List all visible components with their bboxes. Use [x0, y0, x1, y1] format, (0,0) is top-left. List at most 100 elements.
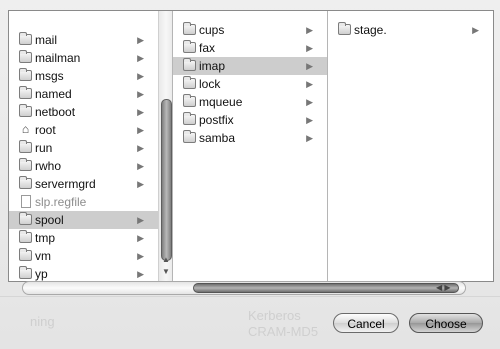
folder-icon — [19, 32, 32, 45]
list-item-label: servermgrd — [35, 177, 96, 191]
list-item[interactable]: ⌂ root ▶ — [9, 121, 158, 139]
chevron-right-icon: ▶ — [137, 179, 144, 189]
folder-icon — [183, 94, 196, 107]
list-item-label: vm — [35, 249, 51, 263]
background-ghost-text: Kerberos — [248, 308, 301, 323]
vertical-scrollbar[interactable]: ▲ ▼ — [158, 11, 172, 281]
chevron-right-icon: ▶ — [137, 53, 144, 63]
list-item[interactable]: stage. ▶ — [328, 21, 493, 39]
chevron-right-icon: ▶ — [137, 125, 144, 135]
chevron-right-icon: ▶ — [306, 25, 313, 35]
folder-icon — [183, 130, 196, 143]
background-ghost-text: CRAM-MD5 — [248, 324, 319, 339]
chevron-right-icon: ▶ — [137, 269, 144, 279]
document-icon — [21, 195, 31, 208]
chevron-right-icon: ▶ — [137, 233, 144, 243]
list-item-label: msgs — [35, 69, 64, 83]
column-list: cups ▶ fax ▶ imap ▶ lock ▶ mqueue ▶ postfix ▶ samba ▶ — [173, 21, 327, 147]
list-item[interactable]: yp ▶ — [9, 265, 158, 281]
list-item-label: stage. — [354, 23, 387, 37]
home-folder-icon: ⌂ — [21, 122, 30, 136]
folder-icon — [19, 266, 32, 279]
list-item[interactable]: rwho ▶ — [9, 157, 158, 175]
folder-icon — [19, 212, 32, 225]
chevron-right-icon: ▶ — [137, 143, 144, 153]
list-item[interactable]: spool ▶ — [9, 211, 158, 229]
folder-icon — [19, 68, 32, 81]
list-item[interactable]: mail ▶ — [9, 31, 158, 49]
background-ghost-text: ning — [30, 314, 55, 329]
list-item[interactable]: lock ▶ — [173, 75, 327, 93]
chevron-right-icon: ▶ — [137, 215, 144, 225]
browser-column-1[interactable]: mail ▶ mailman ▶ msgs ▶ named ▶ netboot ▶ ⌂ root ▶ ru… — [9, 11, 173, 281]
list-item-label: tmp — [35, 231, 56, 245]
list-item-label: samba — [199, 131, 236, 145]
folder-icon — [183, 40, 196, 53]
list-item-label: run — [35, 141, 53, 155]
chevron-right-icon: ▶ — [306, 133, 313, 143]
folder-icon — [19, 176, 32, 189]
list-item[interactable]: vm ▶ — [9, 247, 158, 265]
folder-icon — [183, 58, 196, 71]
list-item[interactable]: cups ▶ — [173, 21, 327, 39]
horizontal-scrollbar[interactable] — [22, 281, 466, 295]
list-item[interactable]: mqueue ▶ — [173, 93, 327, 111]
list-item-label: yp — [35, 267, 48, 281]
scroll-down-arrow-icon[interactable]: ▼ — [162, 267, 170, 276]
scroll-up-arrow-icon[interactable]: ▲ — [162, 255, 170, 264]
chevron-right-icon: ▶ — [137, 71, 144, 81]
chevron-right-icon: ▶ — [306, 97, 313, 107]
list-item-label: lock — [199, 77, 221, 91]
choose-button[interactable]: Choose — [409, 313, 483, 333]
folder-icon — [19, 86, 32, 99]
open-panel-sheet: ning Kerberos CRAM-MD5 mail ▶ mailman ▶ msgs… — [0, 0, 500, 349]
list-item[interactable]: samba ▶ — [173, 129, 327, 147]
list-item[interactable]: imap ▶ — [173, 57, 327, 75]
chevron-right-icon: ▶ — [306, 115, 313, 125]
list-item-label: spool — [35, 213, 64, 227]
list-item[interactable]: mailman ▶ — [9, 49, 158, 67]
list-item-label: mail — [35, 33, 58, 47]
column-list: mail ▶ mailman ▶ msgs ▶ named ▶ netboot ▶ ⌂ root ▶ ru… — [9, 31, 158, 281]
folder-icon — [19, 140, 32, 153]
list-item[interactable]: slp.regfile — [9, 193, 158, 211]
chevron-right-icon: ▶ — [137, 89, 144, 99]
chevron-right-icon: ▶ — [137, 35, 144, 45]
chevron-right-icon: ▶ — [472, 25, 479, 35]
folder-icon — [19, 248, 32, 261]
list-item-label: cups — [199, 23, 225, 37]
list-item[interactable]: servermgrd ▶ — [9, 175, 158, 193]
list-item[interactable]: fax ▶ — [173, 39, 327, 57]
list-item-label: rwho — [35, 159, 62, 173]
folder-icon — [19, 158, 32, 171]
chevron-right-icon: ▶ — [137, 161, 144, 171]
column-browser: mail ▶ mailman ▶ msgs ▶ named ▶ netboot ▶ ⌂ root ▶ ru… — [8, 10, 494, 282]
folder-icon — [19, 104, 32, 117]
list-item[interactable]: postfix ▶ — [173, 111, 327, 129]
background-divider — [0, 296, 500, 297]
browser-column-2[interactable]: cups ▶ fax ▶ imap ▶ lock ▶ mqueue ▶ postfix ▶ samba ▶ — [173, 11, 328, 281]
folder-icon — [19, 50, 32, 63]
column-list: stage. ▶ — [328, 21, 493, 39]
list-item-label: root — [35, 123, 56, 137]
horizontal-scroll-thumb[interactable] — [193, 283, 459, 293]
list-item-label: mqueue — [199, 95, 243, 109]
scroll-arrows[interactable]: ◀ ▶ — [436, 281, 451, 295]
list-item[interactable]: tmp ▶ — [9, 229, 158, 247]
browser-column-3[interactable]: stage. ▶ — [328, 11, 493, 281]
folder-icon — [183, 76, 196, 89]
list-item[interactable]: run ▶ — [9, 139, 158, 157]
list-item[interactable]: named ▶ — [9, 85, 158, 103]
list-item-label: postfix — [199, 113, 234, 127]
list-item[interactable]: netboot ▶ — [9, 103, 158, 121]
chevron-right-icon: ▶ — [137, 107, 144, 117]
list-item-label: imap — [199, 59, 226, 73]
list-item-label: mailman — [35, 51, 81, 65]
vertical-scroll-thumb[interactable] — [161, 99, 172, 261]
scroll-left-arrow-icon[interactable]: ◀ — [436, 283, 442, 292]
list-item-label: netboot — [35, 105, 76, 119]
scroll-right-arrow-icon[interactable]: ▶ — [444, 283, 450, 292]
cancel-button[interactable]: Cancel — [333, 313, 399, 333]
list-item-label: named — [35, 87, 72, 101]
list-item[interactable]: msgs ▶ — [9, 67, 158, 85]
